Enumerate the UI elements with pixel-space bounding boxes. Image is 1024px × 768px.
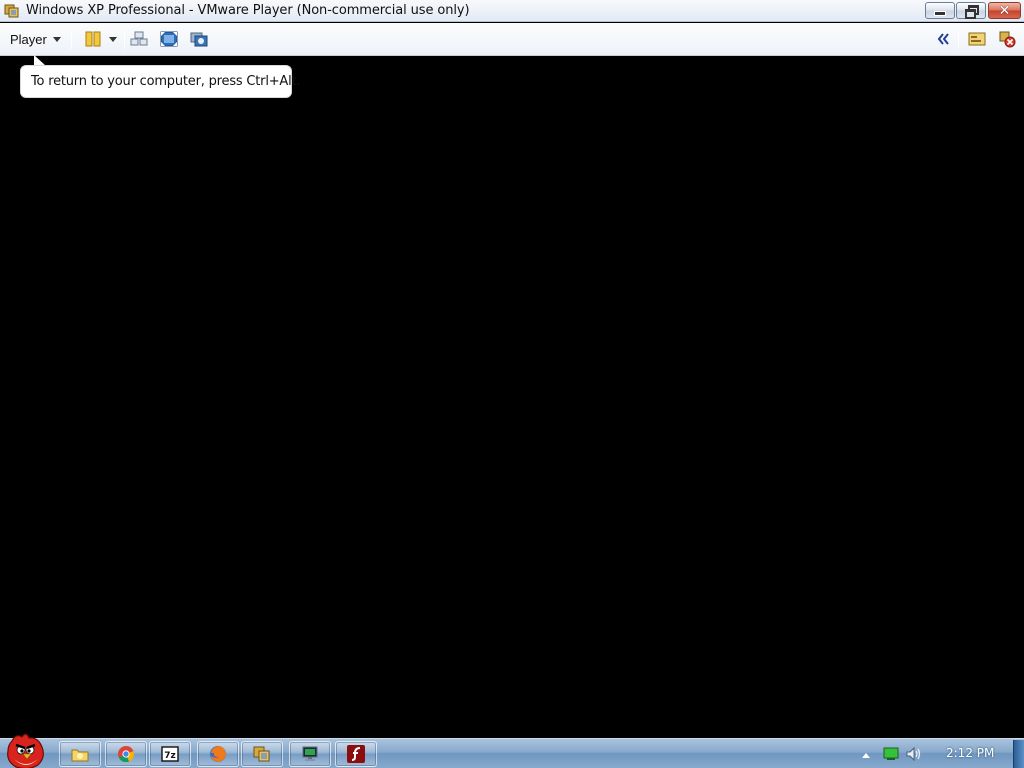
unity-icon xyxy=(190,32,207,47)
svg-text:7z: 7z xyxy=(164,751,176,761)
return-focus-tooltip: To return to your computer, press Ctrl+A… xyxy=(20,65,301,98)
unity-button[interactable] xyxy=(189,29,208,49)
disconnect-icon xyxy=(999,31,1016,48)
pause-dropdown-button[interactable] xyxy=(107,29,119,49)
restore-icon xyxy=(965,5,979,19)
taskbar-network[interactable] xyxy=(289,741,331,767)
collapse-toolbar-button[interactable] xyxy=(935,29,951,49)
full-screen-button[interactable] xyxy=(159,29,178,49)
chevron-down-icon xyxy=(109,36,117,42)
window-title: Windows XP Professional - VMware Player … xyxy=(26,3,470,18)
taskbar-explorer[interactable] xyxy=(59,741,101,767)
pause-icon xyxy=(85,31,101,47)
window-title-bar[interactable]: Windows XP Professional - VMware Player … xyxy=(0,0,1024,22)
minimize-icon xyxy=(934,10,946,16)
minimize-button[interactable] xyxy=(925,2,955,19)
show-hidden-icons-icon[interactable] xyxy=(861,748,871,762)
removable-devices-button[interactable] xyxy=(967,29,987,49)
vmware-icon xyxy=(253,746,270,762)
7zip-icon: 7z xyxy=(161,746,179,762)
vm-display[interactable] xyxy=(0,57,1024,738)
taskbar-clock[interactable]: 2:12 PM xyxy=(946,746,994,760)
chevron-down-icon xyxy=(52,36,61,42)
chrome-icon xyxy=(118,746,135,763)
double-chevron-left-icon xyxy=(937,33,949,45)
network-computer-icon xyxy=(302,746,318,761)
show-desktop-button[interactable] xyxy=(1013,740,1024,768)
disconnect-button[interactable] xyxy=(997,29,1017,49)
tooltip-text: To return to your computer, press Ctrl+A… xyxy=(31,74,301,89)
vmware-player-icon xyxy=(4,3,20,19)
player-menu-button[interactable]: Player xyxy=(4,28,67,50)
battery-icon[interactable] xyxy=(883,746,899,763)
folder-icon xyxy=(71,749,89,762)
devices-icon xyxy=(968,32,986,46)
windows-taskbar: 7z 2:12 PM xyxy=(0,733,1024,768)
toolbar-separator xyxy=(124,31,125,49)
toolbar-separator xyxy=(71,31,72,49)
restore-button[interactable] xyxy=(956,2,986,19)
flash-icon xyxy=(347,745,365,763)
send-ctrl-alt-del-button[interactable] xyxy=(130,29,148,49)
player-menu-label: Player xyxy=(10,31,47,47)
toolbar-separator xyxy=(958,31,959,49)
full-screen-icon xyxy=(160,31,177,47)
angry-bird-start-icon xyxy=(7,733,44,768)
ctrl-alt-del-icon xyxy=(130,31,148,46)
close-button[interactable]: ✕ xyxy=(988,2,1021,19)
vmware-toolbar: Player xyxy=(0,23,1024,56)
taskbar-7zip[interactable]: 7z xyxy=(149,741,191,767)
pause-vm-button[interactable] xyxy=(84,29,102,49)
taskbar-firefox[interactable] xyxy=(197,741,239,767)
volume-icon[interactable] xyxy=(905,746,923,765)
close-icon: ✕ xyxy=(998,2,1011,19)
taskbar-vmware[interactable] xyxy=(241,741,283,767)
taskbar-chrome[interactable] xyxy=(105,741,147,767)
start-button[interactable] xyxy=(2,731,50,768)
taskbar-flash[interactable] xyxy=(335,741,377,767)
firefox-icon xyxy=(210,746,226,762)
